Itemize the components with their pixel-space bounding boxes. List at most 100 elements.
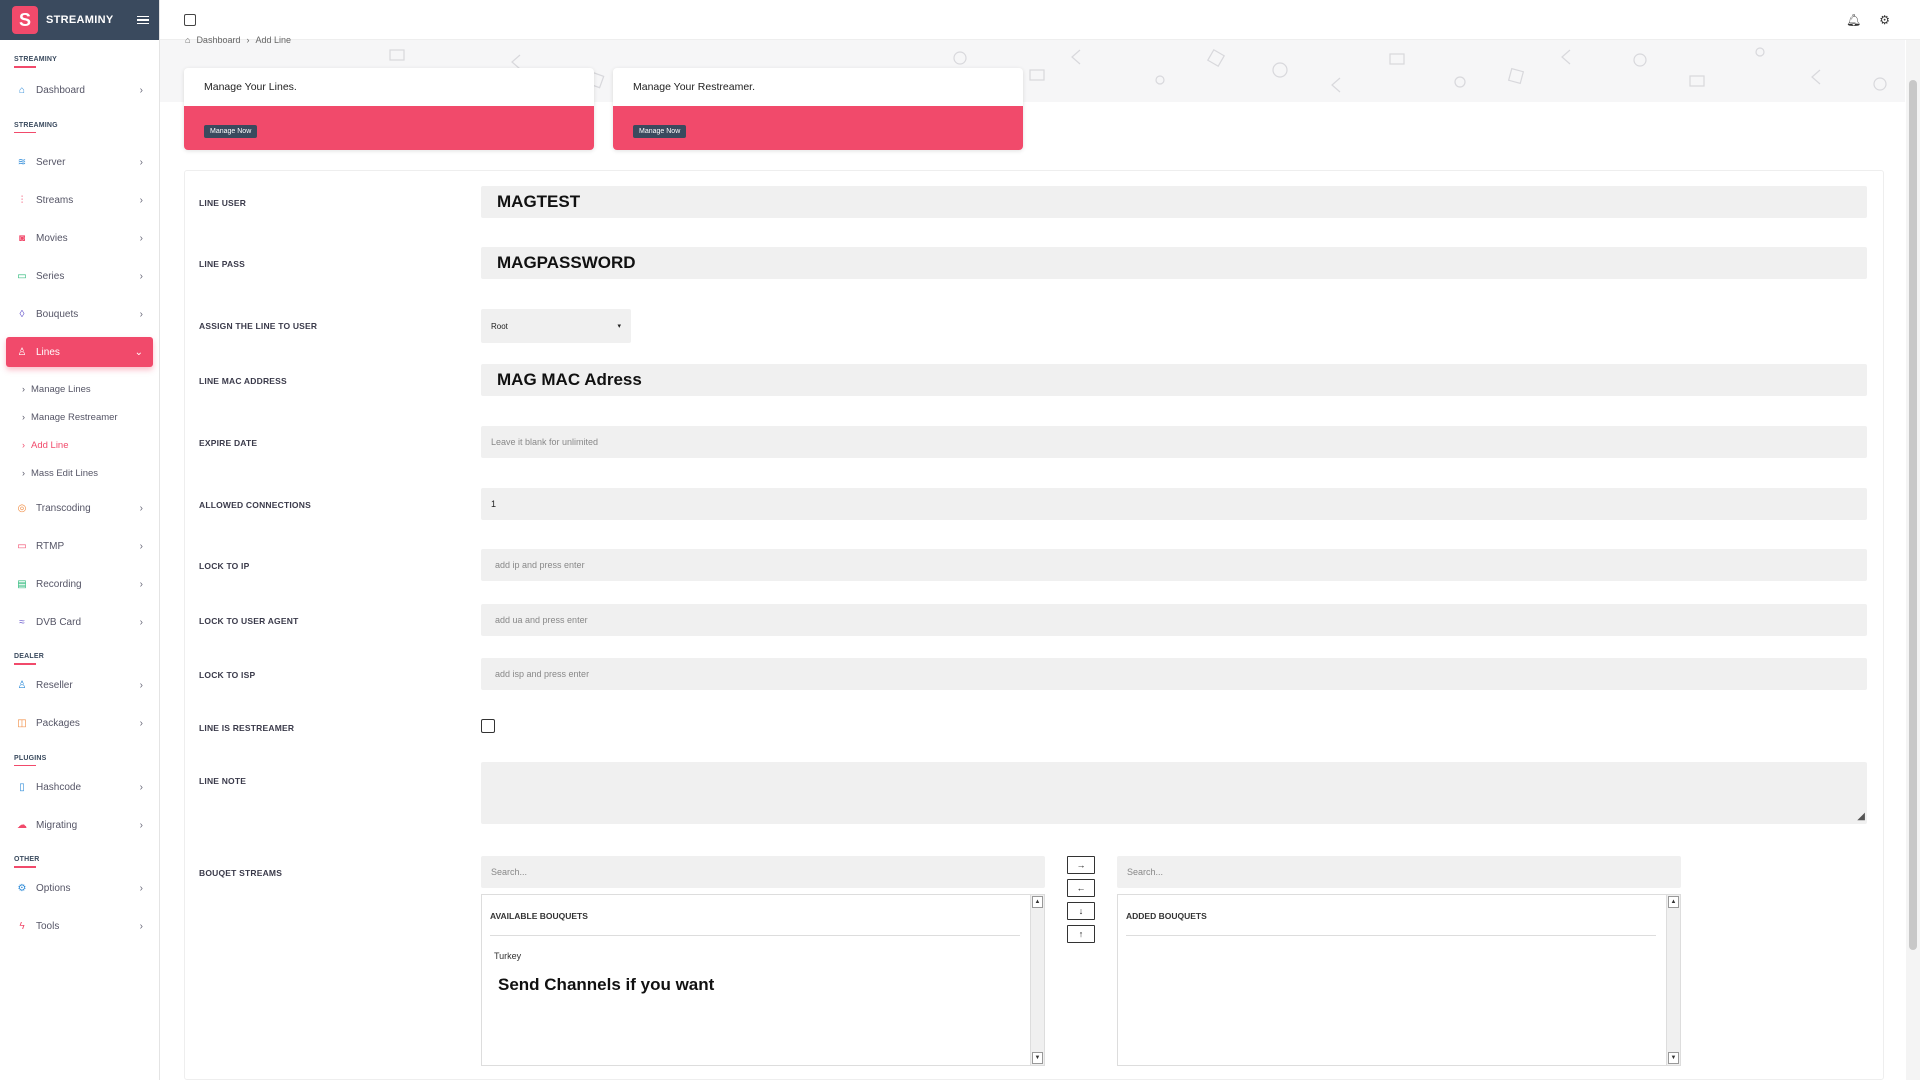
sidebar-subitem-mass-edit-lines[interactable]: › Mass Edit Lines — [22, 463, 159, 483]
page-scrollbar[interactable] — [1906, 40, 1920, 1080]
sidebar-item-label: Server — [36, 156, 66, 168]
sidebar-subitem-label: Mass Edit Lines — [31, 467, 99, 479]
sidebar-item-label: Dashboard — [36, 85, 85, 96]
section-title-other: OTHER — [14, 856, 40, 863]
sidebar-item-label: RTMP — [36, 540, 65, 552]
camera-icon: ◙ — [18, 232, 26, 244]
top-bar: 🔔︎ ⚙ — [160, 0, 1920, 40]
note-textarea[interactable]: ◢ — [481, 762, 1867, 824]
connections-input[interactable]: 1 — [481, 488, 1867, 520]
sidebar-item-dvb-card[interactable]: ≈ DVB Card › — [6, 607, 153, 637]
move-down-button[interactable]: ↓ — [1067, 902, 1095, 920]
sidebar-subitem-label: Manage Lines — [31, 383, 91, 395]
package-icon: ◫ — [17, 718, 27, 729]
assign-user-select[interactable]: Root ▾ — [481, 309, 631, 343]
added-search-input[interactable]: Search... — [1117, 856, 1681, 888]
scroll-down-icon[interactable]: ▼ — [1668, 1052, 1679, 1064]
lock-ua-input[interactable]: add ua and press enter — [481, 604, 1867, 636]
chevron-right-icon: › — [139, 781, 143, 793]
scroll-up-icon[interactable]: ▲ — [1668, 896, 1679, 908]
available-list-scrollbar[interactable]: ▲ ▼ — [1030, 895, 1044, 1065]
aperture-icon: ◎ — [17, 502, 27, 514]
chevron-down-icon: ⌄ — [134, 346, 143, 358]
sidebar-item-series[interactable]: ▭ Series › — [6, 261, 153, 291]
line-pass-input[interactable]: MAGPASSWORD — [481, 247, 1867, 279]
breadcrumb-separator: › — [246, 35, 250, 45]
list-item[interactable]: Turkey — [494, 951, 521, 961]
sidebar-item-bouquets[interactable]: ◊ Bouquets › — [6, 299, 153, 329]
bell-icon[interactable]: 🔔︎ — [1846, 13, 1861, 27]
fullscreen-icon[interactable] — [184, 13, 196, 26]
sidebar-item-lines[interactable]: ♙ Lines ⌄ — [6, 337, 153, 367]
chevron-right-icon: › — [139, 819, 143, 831]
move-left-button[interactable]: ← — [1067, 879, 1095, 897]
section-underline — [14, 131, 36, 133]
sidebar-item-packages[interactable]: ◫ Packages › — [6, 709, 153, 739]
added-bouquets-list[interactable]: ADDED BOUQUETS ▲ ▼ — [1117, 894, 1681, 1066]
sidebar-item-rtmp[interactable]: ▭ RTMP › — [6, 531, 153, 561]
sidebar-item-tools[interactable]: ϟ Tools › — [6, 912, 153, 942]
sidebar-subitem-add-line[interactable]: › Add Line — [22, 435, 159, 455]
section-title-streaminy: STREAMINY — [14, 56, 58, 63]
settings-icon: ⚙ — [17, 883, 27, 894]
sidebar-item-movies[interactable]: ◙ Movies › — [6, 223, 153, 253]
expire-input[interactable]: Leave it blank for unlimited — [481, 426, 1867, 458]
gear-icon[interactable]: ⚙ — [1879, 13, 1890, 27]
section-underline — [14, 663, 36, 665]
chevron-right-icon: › — [22, 468, 25, 478]
list-divider — [1126, 935, 1656, 936]
breadcrumb-item-dashboard[interactable]: Dashboard — [196, 35, 240, 45]
chevron-right-icon: › — [22, 384, 25, 394]
sidebar-item-reseller[interactable]: ♙ Reseller › — [6, 671, 153, 701]
manage-lines-button[interactable]: Manage Now — [204, 125, 258, 138]
lock-ip-input[interactable]: add ip and press enter — [481, 549, 1867, 581]
home-icon[interactable]: ⌂ — [185, 35, 190, 45]
mac-input[interactable]: MAG MAC Adress — [481, 364, 1867, 396]
caret-down-icon: ▾ — [617, 323, 621, 330]
available-search-input[interactable]: Search... — [481, 856, 1045, 888]
sidebar-item-dashboard[interactable]: ⌂ Dashboard › — [6, 76, 153, 106]
cast-icon: ▭ — [17, 540, 27, 552]
zap-icon: ϟ — [19, 921, 25, 932]
list-divider — [490, 935, 1020, 936]
restreamer-checkbox[interactable] — [481, 719, 495, 733]
sidebar-item-label: Hashcode — [36, 781, 82, 793]
sidebar-item-migrating[interactable]: ☁ Migrating › — [6, 810, 153, 840]
line-pass-label: LINE PASS — [199, 259, 246, 269]
chevron-right-icon: › — [139, 883, 143, 894]
chevron-right-icon: › — [139, 85, 143, 96]
line-user-input[interactable]: MAGTEST — [481, 186, 1867, 218]
brand-header: S STREAMINY — [0, 0, 159, 40]
available-bouquets-list[interactable]: AVAILABLE BOUQUETS Turkey Send Channels … — [481, 894, 1045, 1066]
clipboard-icon: ▯ — [19, 781, 25, 793]
sidebar-item-transcoding[interactable]: ◎ Transcoding › — [6, 493, 153, 523]
sidebar-item-options[interactable]: ⚙ Options › — [6, 874, 153, 904]
sidebar-subitem-label: Add Line — [31, 439, 69, 451]
sidebar-item-label: DVB Card — [36, 616, 82, 628]
resize-handle-icon[interactable]: ◢ — [1857, 811, 1865, 822]
sidebar-subitem-manage-restreamer[interactable]: › Manage Restreamer — [22, 407, 159, 427]
card-manage-lines: Manage Your Lines. Manage Now — [184, 68, 594, 150]
sidebar-item-hashcode[interactable]: ▯ Hashcode › — [6, 772, 153, 802]
sidebar-item-streams[interactable]: ⫶ Streams › — [6, 185, 153, 215]
added-list-scrollbar[interactable]: ▲ ▼ — [1666, 895, 1680, 1065]
sidebar-subitem-manage-lines[interactable]: › Manage Lines — [22, 379, 159, 399]
brand-logo[interactable]: S — [12, 6, 38, 34]
chevron-right-icon: › — [139, 502, 143, 514]
section-underline — [14, 66, 36, 68]
sidebar-item-recording[interactable]: ▤ Recording › — [6, 569, 153, 599]
lock-isp-input[interactable]: add isp and press enter — [481, 658, 1867, 690]
scroll-down-icon[interactable]: ▼ — [1032, 1052, 1043, 1064]
chevron-right-icon: › — [139, 194, 143, 206]
sidebar-item-label: Migrating — [36, 819, 78, 831]
page-scrollbar-thumb[interactable] — [1909, 80, 1917, 950]
move-up-button[interactable]: ↑ — [1067, 925, 1095, 943]
user-plus-icon: ♙ — [17, 680, 27, 691]
sidebar-item-server[interactable]: ≋ Server › — [6, 147, 153, 177]
chevron-right-icon: › — [139, 718, 143, 729]
hard-drive-icon: ▤ — [17, 578, 27, 590]
menu-toggle-icon[interactable] — [137, 14, 149, 27]
move-right-button[interactable]: → — [1067, 856, 1095, 874]
manage-restreamer-button[interactable]: Manage Now — [633, 125, 687, 138]
scroll-up-icon[interactable]: ▲ — [1032, 896, 1043, 908]
